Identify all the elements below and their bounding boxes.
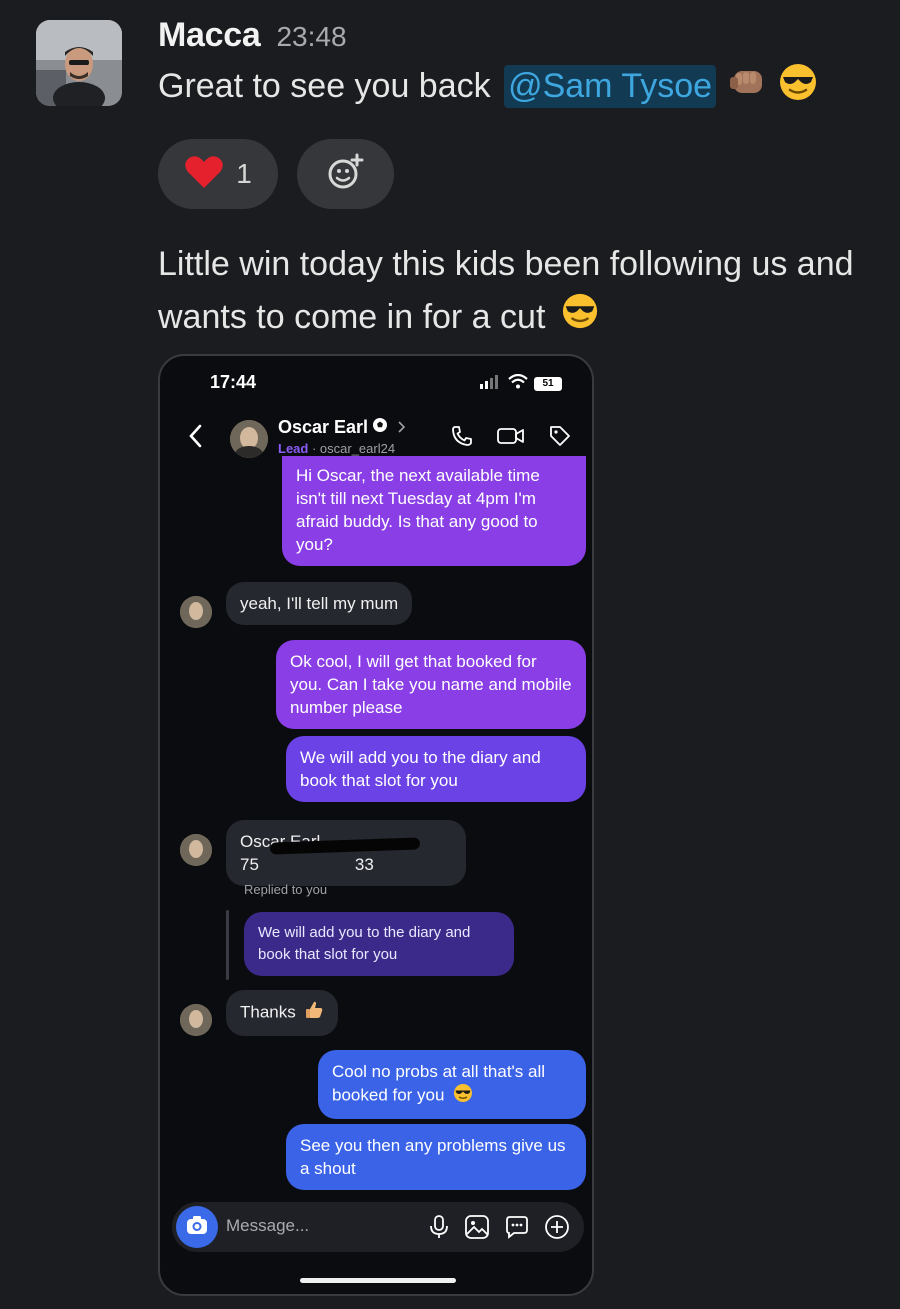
contact-avatar-small [180,596,212,628]
add-reaction-icon [326,152,366,197]
contact-avatar-small [180,834,212,866]
reply-bar [226,910,229,980]
sunglasses-emoji-icon [778,62,818,111]
status-time: 17:44 [210,372,257,392]
contact-subtitle: Lead · oscar_earl24 [278,441,395,456]
sent-message[interactable]: Ok cool, I will get that booked for you.… [276,640,586,729]
attached-screenshot[interactable]: 17:44 51 Oscar Earl Lead · oscar_earl24 [158,354,594,1296]
received-message[interactable]: yeah, I'll tell my mum [226,582,413,625]
message-line-1: Great to see you back @Sam Tysoe [158,62,818,111]
received-message-text: 33 [354,855,374,874]
message-timestamp[interactable]: 23:48 [276,21,346,53]
sent-message[interactable]: See you then any problems give us a shou… [286,1124,586,1190]
contact-avatar-small [180,1004,212,1036]
message-input[interactable]: Message... [226,1216,309,1236]
signal-icon [480,374,502,394]
message-header: Macca 23:48 [158,16,347,55]
contact-name-text: Oscar Earl [278,417,369,437]
received-message-text: Thanks [240,1002,296,1022]
contact-avatar[interactable] [230,420,268,458]
sent-message[interactable]: Hi Oscar, the next available time isn't … [282,456,586,566]
sent-message[interactable]: We will add you to the diary and book th… [286,736,586,802]
chat-actions [450,424,572,453]
gallery-icon[interactable] [464,1214,490,1245]
football-icon [372,417,388,438]
author-avatar[interactable] [36,20,122,106]
sent-message-text: Cool no probs at all that's all booked f… [332,1062,546,1105]
received-message[interactable]: Thanks [226,990,339,1036]
message-body: Little win today this kids been followin… [158,238,858,346]
message-text: Great to see you back [158,67,501,105]
sent-message[interactable]: Cool no probs at all that's all booked f… [318,1050,586,1119]
battery-indicator: 51 [534,377,562,391]
fist-bump-emoji-icon [728,65,766,108]
camera-button[interactable] [176,1206,218,1248]
thumbs-up-emoji-icon [304,1000,324,1026]
chevron-right-icon [398,417,406,438]
heart-icon [184,154,224,195]
phone-call-icon[interactable] [450,424,474,453]
message-composer[interactable]: Message... [172,1202,584,1252]
back-icon[interactable] [188,424,202,453]
tag-icon[interactable] [548,424,572,453]
status-icons: 51 [480,373,562,394]
contact-name[interactable]: Oscar Earl [278,417,406,438]
composer-actions [428,1214,570,1245]
replied-label: Replied to you [244,882,328,897]
wifi-icon [508,373,528,394]
heart-reaction-button[interactable]: 1 [158,139,278,209]
reaction-count: 1 [236,158,252,189]
contact-handle: · oscar_earl24 [311,441,396,456]
reply-quote[interactable]: We will add you to the diary and book th… [244,912,514,976]
add-reaction-button[interactable] [297,139,394,209]
author-name[interactable]: Macca [158,16,261,55]
lead-label: Lead [278,441,309,456]
received-message[interactable]: Oscar Earl, 7533 [226,820,466,886]
microphone-icon[interactable] [428,1214,450,1245]
video-call-icon[interactable] [496,424,526,453]
camera-icon [185,1214,209,1241]
home-indicator [300,1278,456,1283]
plus-circle-icon[interactable] [544,1214,570,1245]
sunglasses-emoji-icon [453,1083,473,1109]
user-mention[interactable]: @Sam Tysoe [504,65,717,108]
sticker-icon[interactable] [504,1214,530,1245]
message-body-text: Little win today this kids been followin… [158,245,854,336]
sunglasses-emoji-icon [561,292,599,346]
